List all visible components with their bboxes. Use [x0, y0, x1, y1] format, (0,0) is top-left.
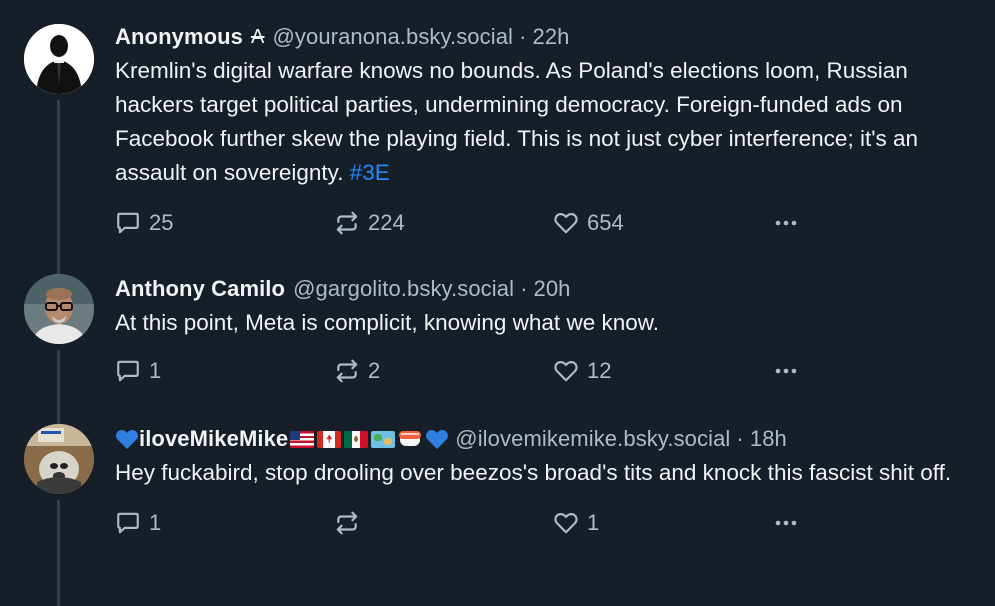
- repost-button[interactable]: 224: [334, 206, 405, 240]
- more-options-button[interactable]: [771, 206, 809, 240]
- repost-icon: [336, 511, 358, 535]
- reply-button[interactable]: 25: [115, 206, 173, 240]
- blue-heart-icon: [116, 430, 138, 449]
- timestamp[interactable]: 18h: [750, 426, 787, 452]
- timestamp[interactable]: 20h: [534, 276, 571, 302]
- reply-icon: [117, 212, 139, 234]
- repost-button[interactable]: [334, 506, 368, 540]
- repost-button[interactable]: 2: [334, 354, 380, 388]
- separator: ·: [736, 426, 744, 451]
- reply-count: 1: [149, 510, 162, 535]
- flag-canada-icon: [317, 430, 342, 448]
- anarchy-a-badge: A: [251, 25, 265, 48]
- thread-feed: Anonymous A @youranona.bsky.social · 22h…: [0, 0, 995, 606]
- thread-line: [57, 500, 60, 606]
- reply-button[interactable]: 1: [115, 506, 161, 540]
- separator: ·: [519, 24, 527, 49]
- thread-line: [57, 408, 60, 424]
- more-dots-icon: [775, 220, 797, 226]
- post-2[interactable]: Anthony Camilo @gargolito.bsky.social · …: [0, 258, 995, 408]
- reply-icon: [117, 360, 139, 382]
- name-emoji-suffix: [290, 428, 449, 450]
- thread-line: [57, 258, 60, 274]
- more-options-button[interactable]: [771, 506, 809, 540]
- thread-line: [57, 100, 60, 258]
- reply-button[interactable]: 1: [115, 354, 161, 388]
- sushi-icon: [398, 428, 422, 450]
- avatar[interactable]: [24, 424, 94, 494]
- post-body: Kremlin's digital warfare knows no bound…: [115, 58, 919, 185]
- handle[interactable]: @ilovemikemike.bsky.social: [455, 426, 730, 452]
- like-button[interactable]: 654: [553, 206, 624, 240]
- reply-count: 25: [149, 210, 174, 235]
- like-button[interactable]: 1: [553, 506, 599, 540]
- post-header: Anthony Camilo @gargolito.bsky.social · …: [115, 274, 975, 304]
- display-name[interactable]: Anonymous: [115, 24, 243, 50]
- hashtag-link[interactable]: #3E: [350, 160, 390, 185]
- flag-us-icon: [290, 430, 315, 448]
- post-header: iloveMikeMike @ilovemikemike.bsky.social…: [115, 424, 975, 454]
- avatar[interactable]: [24, 24, 94, 94]
- handle[interactable]: @gargolito.bsky.social: [293, 276, 514, 302]
- like-count: 12: [587, 358, 612, 383]
- like-count: 654: [587, 210, 624, 235]
- post-1[interactable]: Anonymous A @youranona.bsky.social · 22h…: [0, 0, 995, 258]
- like-count: 1: [587, 510, 600, 535]
- more-dots-icon: [775, 520, 797, 526]
- handle[interactable]: @youranona.bsky.social: [272, 24, 513, 50]
- post-header: Anonymous A @youranona.bsky.social · 22h: [115, 22, 975, 52]
- thread-line: [57, 350, 60, 408]
- world-map-icon: [371, 430, 396, 448]
- repost-count: 2: [368, 358, 381, 383]
- man-with-glasses-avatar-icon: [24, 274, 94, 344]
- display-name[interactable]: Anthony Camilo: [115, 276, 285, 302]
- post-actions: 25 224 654: [115, 206, 975, 240]
- flag-mexico-icon: [344, 430, 369, 448]
- post-actions: 1 1: [115, 506, 975, 540]
- anonymous-mask-avatar-icon: [24, 24, 94, 94]
- post-text: Kremlin's digital warfare knows no bound…: [115, 54, 975, 190]
- heart-icon: [554, 513, 578, 534]
- heart-icon: [554, 213, 578, 234]
- repost-icon: [336, 211, 358, 235]
- post-actions: 1 2 12: [115, 354, 975, 388]
- repost-icon: [336, 359, 358, 383]
- name-emoji-prefix: [115, 428, 139, 450]
- more-options-button[interactable]: [771, 354, 809, 388]
- post-text: At this point, Meta is complicit, knowin…: [115, 310, 659, 335]
- like-button[interactable]: 12: [553, 354, 611, 388]
- avatar[interactable]: [24, 274, 94, 344]
- reply-count: 1: [149, 358, 162, 383]
- separator: ·: [520, 276, 528, 301]
- dog-photo-avatar-icon: [24, 424, 94, 494]
- blue-heart-icon: [426, 430, 449, 449]
- post-text: Hey fuckabird, stop drooling over beezos…: [115, 460, 952, 485]
- more-dots-icon: [775, 368, 797, 374]
- reply-icon: [117, 512, 139, 534]
- display-name[interactable]: iloveMikeMike: [139, 426, 288, 452]
- repost-count: 224: [368, 210, 405, 235]
- heart-icon: [554, 361, 578, 382]
- timestamp[interactable]: 22h: [533, 24, 570, 50]
- post-3[interactable]: iloveMikeMike @ilovemikemike.bsky.social…: [0, 408, 995, 606]
